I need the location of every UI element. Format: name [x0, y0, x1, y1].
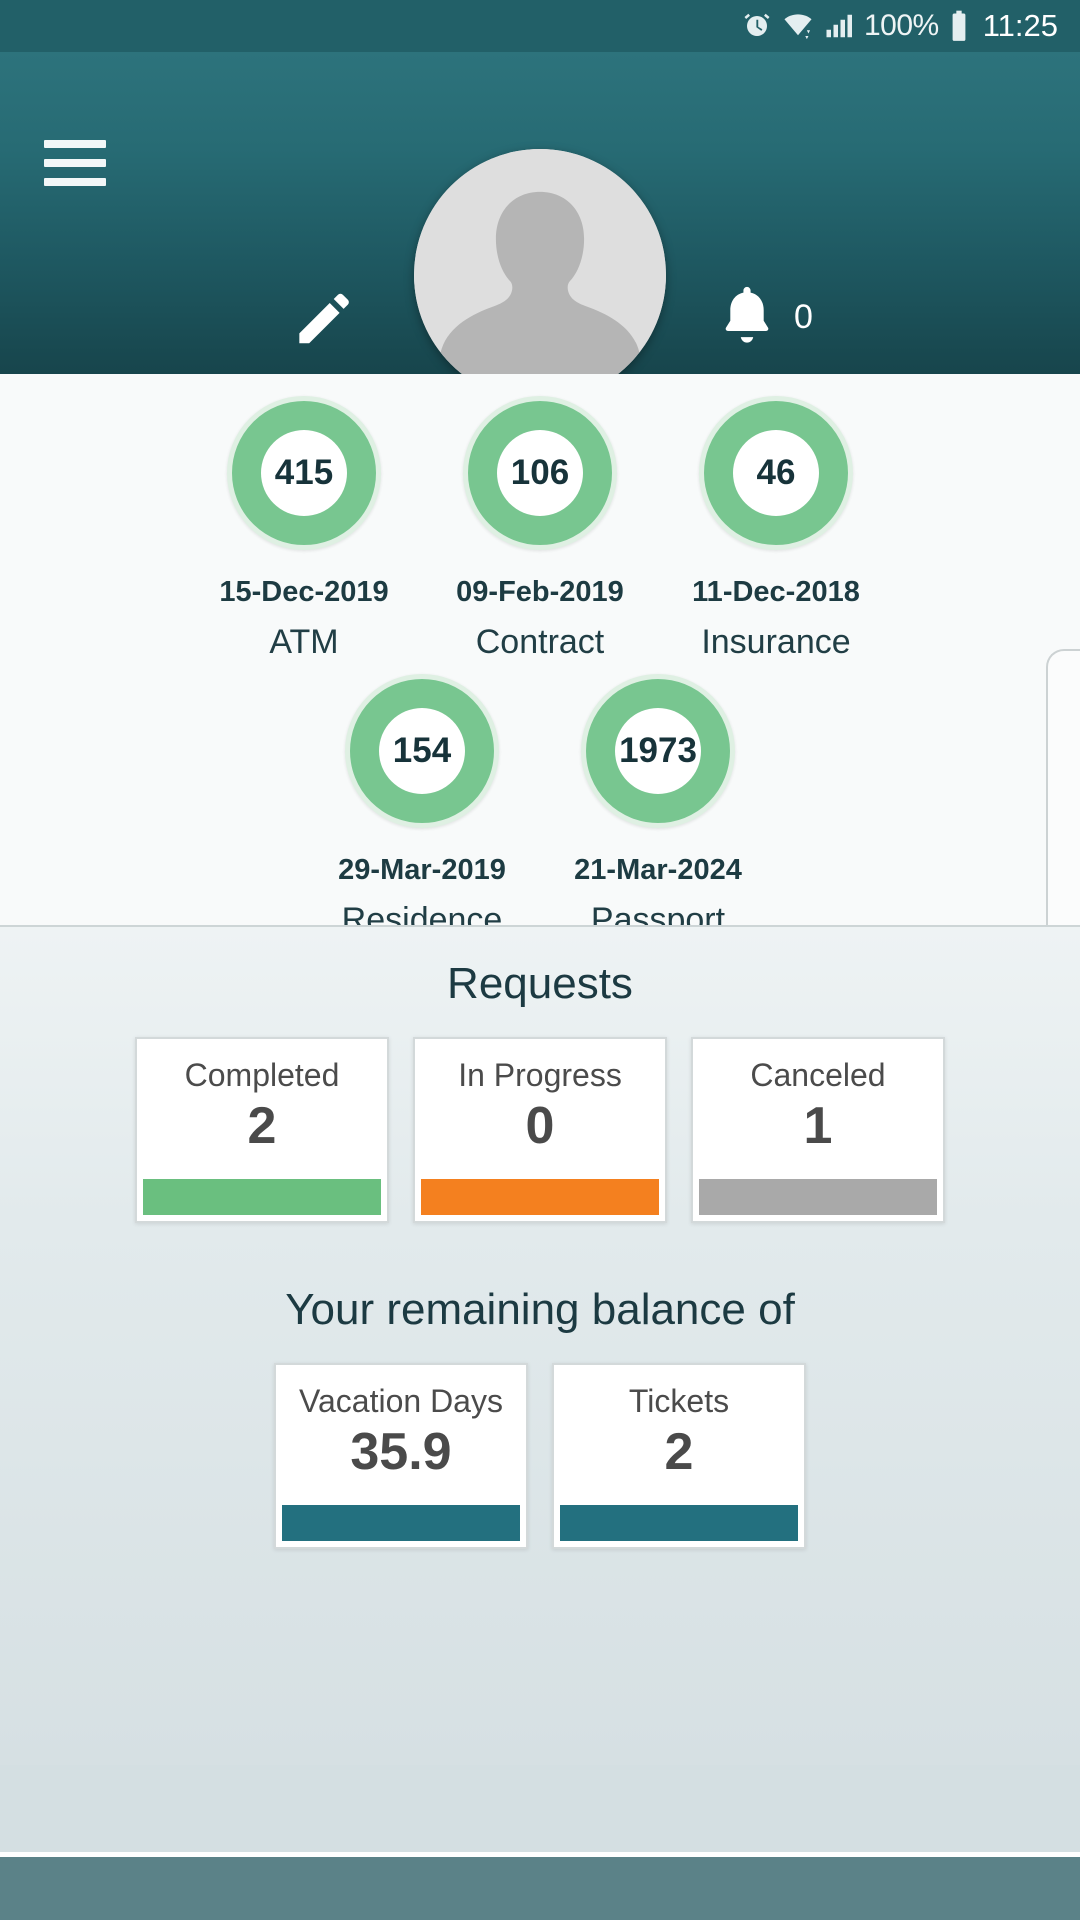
clock-time: 11:25: [982, 8, 1058, 43]
notification-count: 0: [794, 298, 813, 336]
balance-card-vacation-days[interactable]: Vacation Days 35.9: [274, 1363, 528, 1549]
document-label: Residence: [341, 901, 503, 927]
card-color-bar: [699, 1179, 937, 1215]
documents-panel: 415 15-Dec-2019 ATM 106 09-Feb-2019 Cont…: [0, 374, 1080, 927]
edit-pencil-icon[interactable]: [290, 287, 354, 351]
document-label: Contract: [475, 623, 605, 661]
balance-cards-row: Vacation Days 35.9 Tickets 2: [0, 1363, 1080, 1549]
document-item[interactable]: 415 15-Dec-2019 ATM: [186, 396, 422, 662]
profile-header: 0: [0, 52, 1080, 401]
card-title: In Progress: [458, 1057, 622, 1093]
card-value: 1: [803, 1097, 833, 1155]
document-days-value: 154: [392, 731, 452, 770]
document-date: 11-Dec-2018: [692, 576, 860, 608]
document-item[interactable]: 154 29-Mar-2019 Residence: [304, 674, 540, 927]
card-value: 2: [664, 1423, 694, 1481]
document-days-value: 415: [274, 453, 334, 492]
document-label: Passport: [590, 901, 726, 927]
card-title: Canceled: [750, 1057, 886, 1093]
requests-title: Requests: [447, 959, 633, 1008]
progress-ring: 154: [345, 674, 499, 828]
document-item[interactable]: 46 11-Dec-2018 Insurance: [658, 396, 894, 662]
notification-bell-icon: [718, 284, 776, 351]
document-days-value: 1973: [619, 731, 697, 770]
system-navigation-bar: [0, 1852, 1080, 1920]
ring-inner: 1973: [615, 708, 701, 794]
request-card-completed[interactable]: Completed 2: [135, 1037, 389, 1223]
balance-title: Your remaining balance of: [285, 1285, 795, 1334]
request-card-canceled[interactable]: Canceled 1: [691, 1037, 945, 1223]
progress-ring: 106: [463, 396, 617, 550]
document-days-value: 46: [756, 453, 796, 492]
ring-inner: 415: [261, 430, 347, 516]
card-color-bar: [421, 1179, 659, 1215]
summary-section: Requests Completed 2 In Progress 0 Cance…: [0, 927, 1080, 1765]
document-date: 21-Mar-2024: [574, 854, 742, 886]
document-item[interactable]: 1973 21-Mar-2024 Passport: [540, 674, 776, 927]
requests-cards-row: Completed 2 In Progress 0 Canceled 1: [0, 1037, 1080, 1223]
balance-card-tickets[interactable]: Tickets 2: [552, 1363, 806, 1549]
document-days-value: 106: [510, 453, 570, 492]
card-value: 0: [525, 1097, 555, 1155]
progress-ring: 415: [227, 396, 381, 550]
document-date: 15-Dec-2019: [219, 576, 389, 608]
progress-ring: 46: [699, 396, 853, 550]
card-color-bar: [282, 1505, 520, 1541]
ring-inner: 106: [497, 430, 583, 516]
card-value: 2: [247, 1097, 277, 1155]
document-date: 09-Feb-2019: [456, 576, 624, 608]
default-user-avatar[interactable]: [414, 149, 666, 401]
battery-percent-label: 100%: [863, 9, 939, 42]
card-value: 35.9: [350, 1423, 452, 1481]
progress-ring: 1973: [581, 674, 735, 828]
hamburger-menu-icon[interactable]: [44, 140, 106, 186]
status-bar: 100% 11:25: [0, 0, 1080, 52]
cellular-signal-icon: [824, 11, 854, 41]
card-title: Tickets: [628, 1383, 730, 1419]
app-root: 100% 11:25 0 415 15-Dec-2019 ATM 106 09-…: [0, 0, 1080, 1920]
request-card-in-progress[interactable]: In Progress 0: [413, 1037, 667, 1223]
battery-full-icon: [949, 10, 969, 42]
wifi-icon: [782, 11, 814, 41]
vertical-scrollbar[interactable]: [1046, 649, 1080, 925]
ring-inner: 46: [733, 430, 819, 516]
notifications-button[interactable]: 0: [718, 284, 813, 351]
document-label: ATM: [269, 623, 339, 661]
documents-row-2: 154 29-Mar-2019 Residence 1973 21-Mar-20…: [0, 662, 1080, 927]
card-color-bar: [560, 1505, 798, 1541]
ring-inner: 154: [379, 708, 465, 794]
documents-row-1: 415 15-Dec-2019 ATM 106 09-Feb-2019 Cont…: [0, 374, 1080, 662]
card-title: Completed: [184, 1057, 340, 1093]
card-color-bar: [143, 1179, 381, 1215]
document-label: Insurance: [701, 623, 851, 661]
document-date: 29-Mar-2019: [338, 854, 506, 886]
alarm-icon: [742, 11, 772, 41]
document-item[interactable]: 106 09-Feb-2019 Contract: [422, 396, 658, 662]
card-title: Vacation Days: [299, 1383, 503, 1419]
